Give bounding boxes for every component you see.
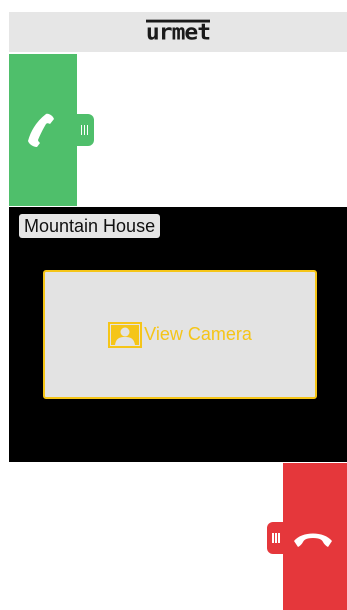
header-bar: urmet bbox=[9, 12, 347, 52]
phone-answer-icon bbox=[28, 113, 54, 147]
answer-slider-track[interactable] bbox=[9, 54, 77, 206]
answer-slider-handle[interactable] bbox=[75, 114, 94, 146]
grip-icon bbox=[80, 125, 89, 135]
hangup-slider-handle[interactable] bbox=[267, 522, 285, 554]
view-camera-label: View Camera bbox=[144, 324, 252, 344]
device-label: Mountain House bbox=[19, 214, 161, 238]
camera-person-icon bbox=[108, 321, 143, 348]
brand-logo: urmet bbox=[145, 19, 211, 46]
grip-icon bbox=[272, 533, 280, 543]
view-camera-button[interactable]: View Camera bbox=[43, 270, 317, 399]
hangup-slider-track[interactable] bbox=[283, 463, 347, 610]
phone-hangup-icon bbox=[294, 533, 332, 547]
